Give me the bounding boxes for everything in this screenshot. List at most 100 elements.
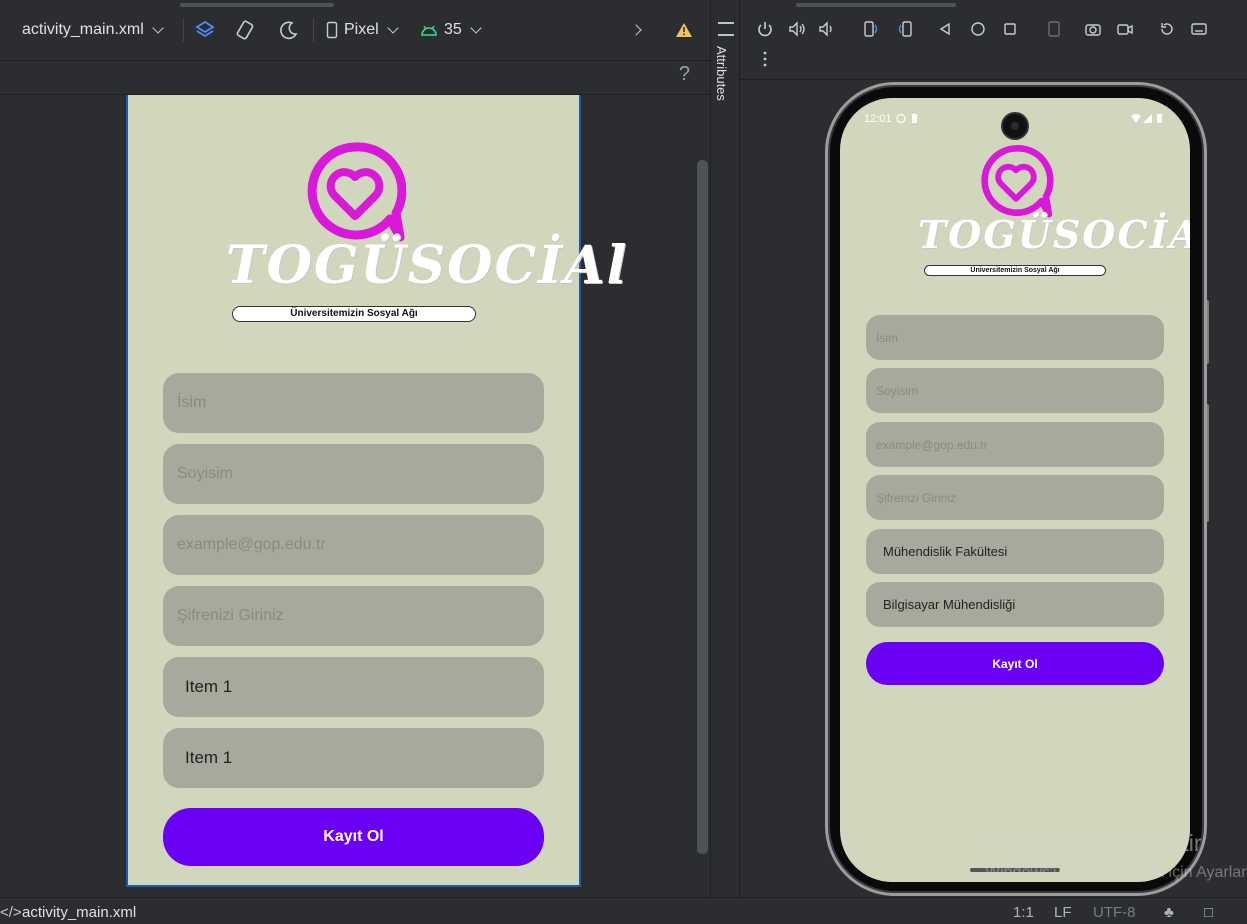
phone-icon	[326, 21, 338, 39]
register-button-label: Kayıt Ol	[323, 828, 384, 845]
screenshot-button[interactable]	[1084, 20, 1102, 38]
overview-square-icon	[1004, 23, 1016, 35]
password-placeholder: Şifrenizi Giriniz	[177, 607, 284, 624]
last-name-placeholder: Soyisim	[876, 383, 919, 398]
register-button-label: Kayıt Ol	[992, 656, 1038, 671]
canvas-vertical-scrollbar[interactable]	[697, 160, 708, 854]
emulator-screen[interactable]: 12:01 TOGÜSOCİAl Üniversitemizin Sosyal …	[840, 98, 1190, 882]
home-circle-icon	[971, 22, 985, 36]
file-encoding[interactable]: UTF-8	[1093, 904, 1136, 921]
snapshot-button[interactable]	[1158, 20, 1176, 38]
first-name-field[interactable]: İsim	[866, 315, 1164, 360]
brand-logotype: TOGÜSOCİAl	[918, 212, 1190, 257]
layout-editor-toolbar: activity_main.xml Pixel 35	[0, 0, 710, 60]
activation-watermark-title: Windows'u Etkinleştir	[985, 830, 1202, 856]
warnings-button[interactable]	[675, 16, 693, 44]
volume-down-button[interactable]	[818, 20, 836, 38]
night-mode-button[interactable]	[278, 16, 300, 44]
faculty-spinner[interactable]: Mühendislik Fakültesi	[866, 529, 1164, 574]
department-spinner-value: Item 1	[185, 748, 233, 767]
first-name-placeholder: İsim	[177, 394, 207, 411]
emulator-scroll-indicator[interactable]	[796, 3, 956, 7]
last-name-field[interactable]: Soyisim	[163, 444, 544, 504]
attributes-panel-tab[interactable]: Attributes	[710, 0, 740, 897]
register-button[interactable]: Kayıt Ol	[866, 642, 1164, 685]
rotate-icon	[236, 20, 254, 40]
faculty-spinner[interactable]: Item 1	[163, 657, 544, 717]
logo-heart-bubble-icon	[981, 145, 1054, 218]
register-button[interactable]: Kayıt Ol	[163, 808, 544, 866]
brand-logotype: TOGÜSOCİAl	[226, 235, 629, 296]
toolbar-scroll-indicator[interactable]	[180, 3, 334, 7]
editor-subbar: ?	[0, 60, 710, 95]
more-toolbar-button[interactable]	[630, 16, 642, 44]
faculty-spinner-value: Mühendislik Fakültesi	[883, 544, 1008, 559]
password-field[interactable]: Şifrenizi Giriniz	[866, 475, 1164, 520]
front-camera	[1001, 112, 1029, 140]
last-name-placeholder: Soyisim	[177, 465, 234, 482]
status-time: 12:01	[864, 113, 892, 125]
email-field[interactable]: example@gop.edu.tr	[866, 422, 1164, 467]
moon-icon	[280, 21, 298, 40]
tree-icon[interactable]: ♣	[1164, 904, 1174, 921]
first-name-placeholder: İsim	[876, 330, 898, 345]
api-level-label: 35	[444, 21, 462, 38]
brand-tagline: Üniversitemizin Sosyal Ağı	[924, 265, 1106, 276]
volume-up-icon	[789, 21, 805, 37]
rotate-right-icon	[898, 21, 912, 37]
help-button[interactable]: ?	[679, 63, 690, 86]
chevron-right-icon	[630, 24, 642, 36]
brand-tagline: Üniversitemizin Sosyal Ağı	[232, 306, 476, 322]
design-preview-screen[interactable]: TOGÜSOCİAl Üniversitemizin Sosyal Ağı İs…	[126, 95, 626, 887]
line-ending[interactable]: LF	[1054, 904, 1072, 921]
first-name-field[interactable]: İsim	[163, 373, 544, 433]
more-vertical-icon	[763, 51, 767, 67]
ide-status-bar: </> activity_main.xml 1:1 LF UTF-8 ♣ □	[0, 897, 1247, 924]
code-icon: </>	[0, 904, 22, 921]
department-spinner-value: Bilgisayar Mühendisliği	[883, 597, 1016, 612]
rotate-left-icon	[864, 21, 878, 37]
file-selector[interactable]: activity_main.xml	[22, 16, 164, 44]
rotate-right-button[interactable]	[896, 20, 914, 38]
rotate-left-button[interactable]	[862, 20, 880, 38]
back-button[interactable]	[936, 20, 954, 38]
design-surface-button[interactable]	[194, 16, 216, 44]
password-placeholder: Şifrenizi Giriniz	[876, 490, 957, 505]
status-file-name[interactable]: activity_main.xml	[22, 904, 136, 921]
record-button[interactable]	[1116, 20, 1134, 38]
more-options-button[interactable]	[756, 50, 774, 68]
department-spinner[interactable]: Bilgisayar Mühendisliği	[866, 582, 1164, 627]
caret-position[interactable]: 1:1	[1013, 904, 1034, 921]
camera-icon	[1085, 24, 1101, 36]
emulator-toolbar	[740, 0, 1247, 80]
toolbar-divider	[313, 18, 314, 42]
email-field[interactable]: example@gop.edu.tr	[163, 515, 544, 575]
keyboard-icon	[1191, 23, 1207, 35]
file-name-label: activity_main.xml	[22, 21, 144, 38]
logo-heart-bubble-icon	[307, 142, 406, 242]
home-button[interactable]	[969, 20, 987, 38]
chevron-down-icon	[387, 22, 399, 34]
volume-up-button[interactable]	[788, 20, 806, 38]
email-placeholder: example@gop.edu.tr	[876, 437, 988, 452]
device-label: Pixel	[344, 21, 379, 38]
power-icon	[758, 22, 772, 37]
toolbar-divider	[183, 18, 184, 42]
power-button[interactable]	[756, 20, 774, 38]
fold-button[interactable]	[1045, 20, 1063, 38]
api-level-selector[interactable]: 35	[420, 16, 482, 44]
orientation-button[interactable]	[234, 16, 256, 44]
video-camera-icon	[1117, 24, 1133, 35]
department-spinner[interactable]: Item 1	[163, 728, 544, 788]
fold-device-icon	[1048, 21, 1060, 37]
device-selector[interactable]: Pixel	[326, 16, 399, 44]
password-field[interactable]: Şifrenizi Giriniz	[163, 586, 544, 646]
last-name-field[interactable]: Soyisim	[866, 368, 1164, 413]
layers-icon	[195, 20, 215, 38]
chevron-down-icon	[470, 22, 482, 34]
overview-button[interactable]	[1001, 20, 1019, 38]
volume-down-icon	[819, 21, 832, 37]
warning-icon	[676, 23, 692, 37]
keyboard-button[interactable]	[1190, 20, 1208, 38]
notifications-icon[interactable]: □	[1204, 904, 1213, 921]
